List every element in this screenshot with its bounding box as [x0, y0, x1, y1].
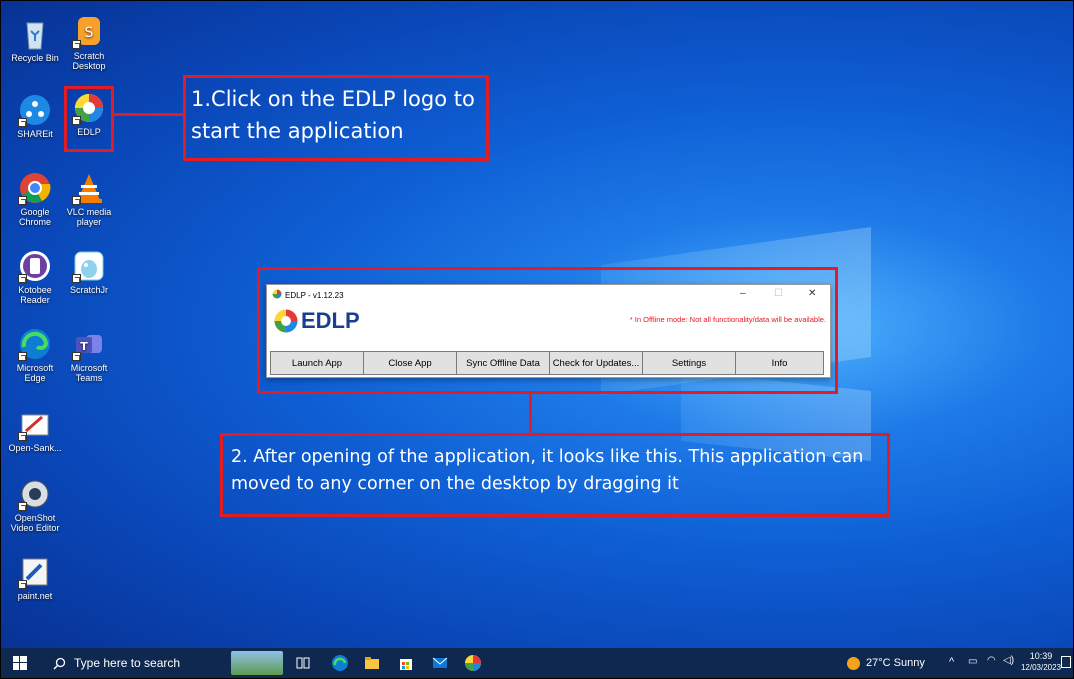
- app-logo: EDLP: [272, 307, 360, 335]
- icon-label: VLC media player: [66, 207, 112, 227]
- network-icon[interactable]: ▭: [968, 656, 977, 667]
- launch-app-button[interactable]: Launch App: [270, 351, 364, 375]
- svg-text:T: T: [80, 340, 88, 353]
- icon-label: OpenShot Video Editor: [10, 513, 60, 533]
- info-button[interactable]: Info: [735, 351, 824, 375]
- start-button[interactable]: [13, 656, 27, 670]
- sync-offline-data-button[interactable]: Sync Offline Data: [456, 351, 550, 375]
- desktop-icon-scratch-desktop[interactable]: S Scratch Desktop: [61, 15, 117, 71]
- desktop-icon-recycle-bin[interactable]: Recycle Bin: [7, 17, 63, 63]
- desktop-icon-chrome[interactable]: Google Chrome: [7, 171, 63, 227]
- desktop-icon-open-sankore[interactable]: Open-Sank...: [7, 407, 63, 453]
- icon-label: Microsoft Teams: [70, 363, 108, 383]
- step1-instruction: 1.Click on the EDLP logo to start the ap…: [191, 87, 475, 143]
- taskbar-search-box[interactable]: Type here to search: [41, 648, 226, 678]
- kotobee-reader-icon: [18, 249, 52, 283]
- scratch-icon: S: [72, 15, 106, 49]
- recycle-bin-icon: [18, 17, 52, 51]
- teams-icon: T: [72, 327, 106, 361]
- icon-label: Google Chrome: [18, 207, 51, 227]
- mail-icon[interactable]: [431, 654, 449, 672]
- openshot-icon: [18, 477, 52, 511]
- file-explorer-icon[interactable]: [363, 654, 381, 672]
- desktop-icon-teams[interactable]: T Microsoft Teams: [61, 327, 117, 383]
- shareit-icon: [18, 93, 52, 127]
- paintnet-icon: [18, 555, 52, 589]
- icon-label: Kotobee Reader: [18, 285, 52, 305]
- desktop: Recycle Bin S Scratch Desktop SHAREit ED…: [0, 0, 1074, 679]
- search-highlight-icon[interactable]: [231, 651, 283, 675]
- clock[interactable]: 10:39 12/03/2023: [1019, 650, 1063, 674]
- edlp-taskbar-icon[interactable]: [464, 654, 482, 672]
- clock-date: 12/03/2023: [1020, 663, 1062, 672]
- search-icon: [53, 657, 66, 670]
- show-hidden-icons-icon[interactable]: ^: [949, 656, 954, 668]
- edlp-logo-icon: [272, 289, 282, 301]
- icon-label: Microsoft Edge: [16, 363, 54, 383]
- close-button[interactable]: ✕: [808, 288, 816, 299]
- icon-label: paint.net: [17, 591, 53, 601]
- notification-icon[interactable]: [1061, 656, 1071, 668]
- window-title: EDLP - v1.12.23: [285, 290, 344, 300]
- windows-logo-icon: [13, 656, 27, 670]
- edge-icon: [18, 327, 52, 361]
- minimize-button[interactable]: –: [740, 288, 746, 299]
- sun-icon: [847, 656, 860, 670]
- weather-widget[interactable]: 27°C Sunny: [847, 648, 925, 678]
- edlp-app-window[interactable]: EDLP - v1.12.23 – ☐ ✕ EDLP * In Offline …: [266, 284, 831, 378]
- icon-label: Open-Sank...: [8, 443, 62, 453]
- store-icon[interactable]: [397, 654, 415, 672]
- volume-icon[interactable]: ◁): [1003, 655, 1014, 666]
- desktop-icon-shareit[interactable]: SHAREit: [7, 93, 63, 139]
- search-placeholder: Type here to search: [74, 656, 181, 670]
- desktop-icon-paintnet[interactable]: paint.net: [7, 555, 63, 601]
- open-sankore-icon: [18, 407, 52, 441]
- app-logo-text: EDLP: [301, 308, 360, 333]
- desktop-icon-vlc[interactable]: VLC media player: [61, 171, 117, 227]
- edge-icon[interactable]: [331, 654, 349, 672]
- weather-text: 27°C Sunny: [866, 657, 925, 669]
- callout-connector: [529, 394, 532, 434]
- step2-instruction: 2. After opening of the application, it …: [231, 447, 864, 494]
- taskbar: Type here to search 27°C Sunny ^ ▭ ◠ ◁) …: [1, 648, 1073, 678]
- scratchjr-icon: [72, 249, 106, 283]
- edlp-logo-icon: [274, 309, 298, 333]
- callout-connector: [114, 113, 184, 116]
- offline-notice: * In Offline mode: Not all functionality…: [629, 315, 826, 324]
- desktop-icon-kotobee[interactable]: Kotobee Reader: [7, 249, 63, 305]
- maximize-button[interactable]: ☐: [774, 288, 783, 299]
- settings-button[interactable]: Settings: [642, 351, 736, 375]
- svg-text:S: S: [85, 25, 94, 41]
- desktop-icon-openshot[interactable]: OpenShot Video Editor: [7, 477, 63, 533]
- icon-label: Scratch Desktop: [72, 51, 106, 71]
- icon-label: ScratchJr: [69, 285, 108, 295]
- check-for-updates-button[interactable]: Check for Updates...: [549, 351, 643, 375]
- wifi-icon[interactable]: ◠: [987, 655, 996, 666]
- desktop-icon-scratchjr[interactable]: ScratchJr: [61, 249, 117, 295]
- task-view-icon[interactable]: [294, 654, 312, 672]
- chrome-icon: [18, 171, 52, 205]
- icon-label: Recycle Bin: [11, 53, 59, 63]
- close-app-button[interactable]: Close App: [363, 351, 457, 375]
- desktop-icon-edge[interactable]: Microsoft Edge: [7, 327, 63, 383]
- vlc-icon: [72, 171, 106, 205]
- clock-time: 10:39: [1029, 651, 1053, 661]
- action-buttons: Launch App Close App Sync Offline Data C…: [270, 351, 824, 375]
- icon-label: SHAREit: [17, 129, 53, 139]
- edlp-icon-highlight: [64, 86, 114, 152]
